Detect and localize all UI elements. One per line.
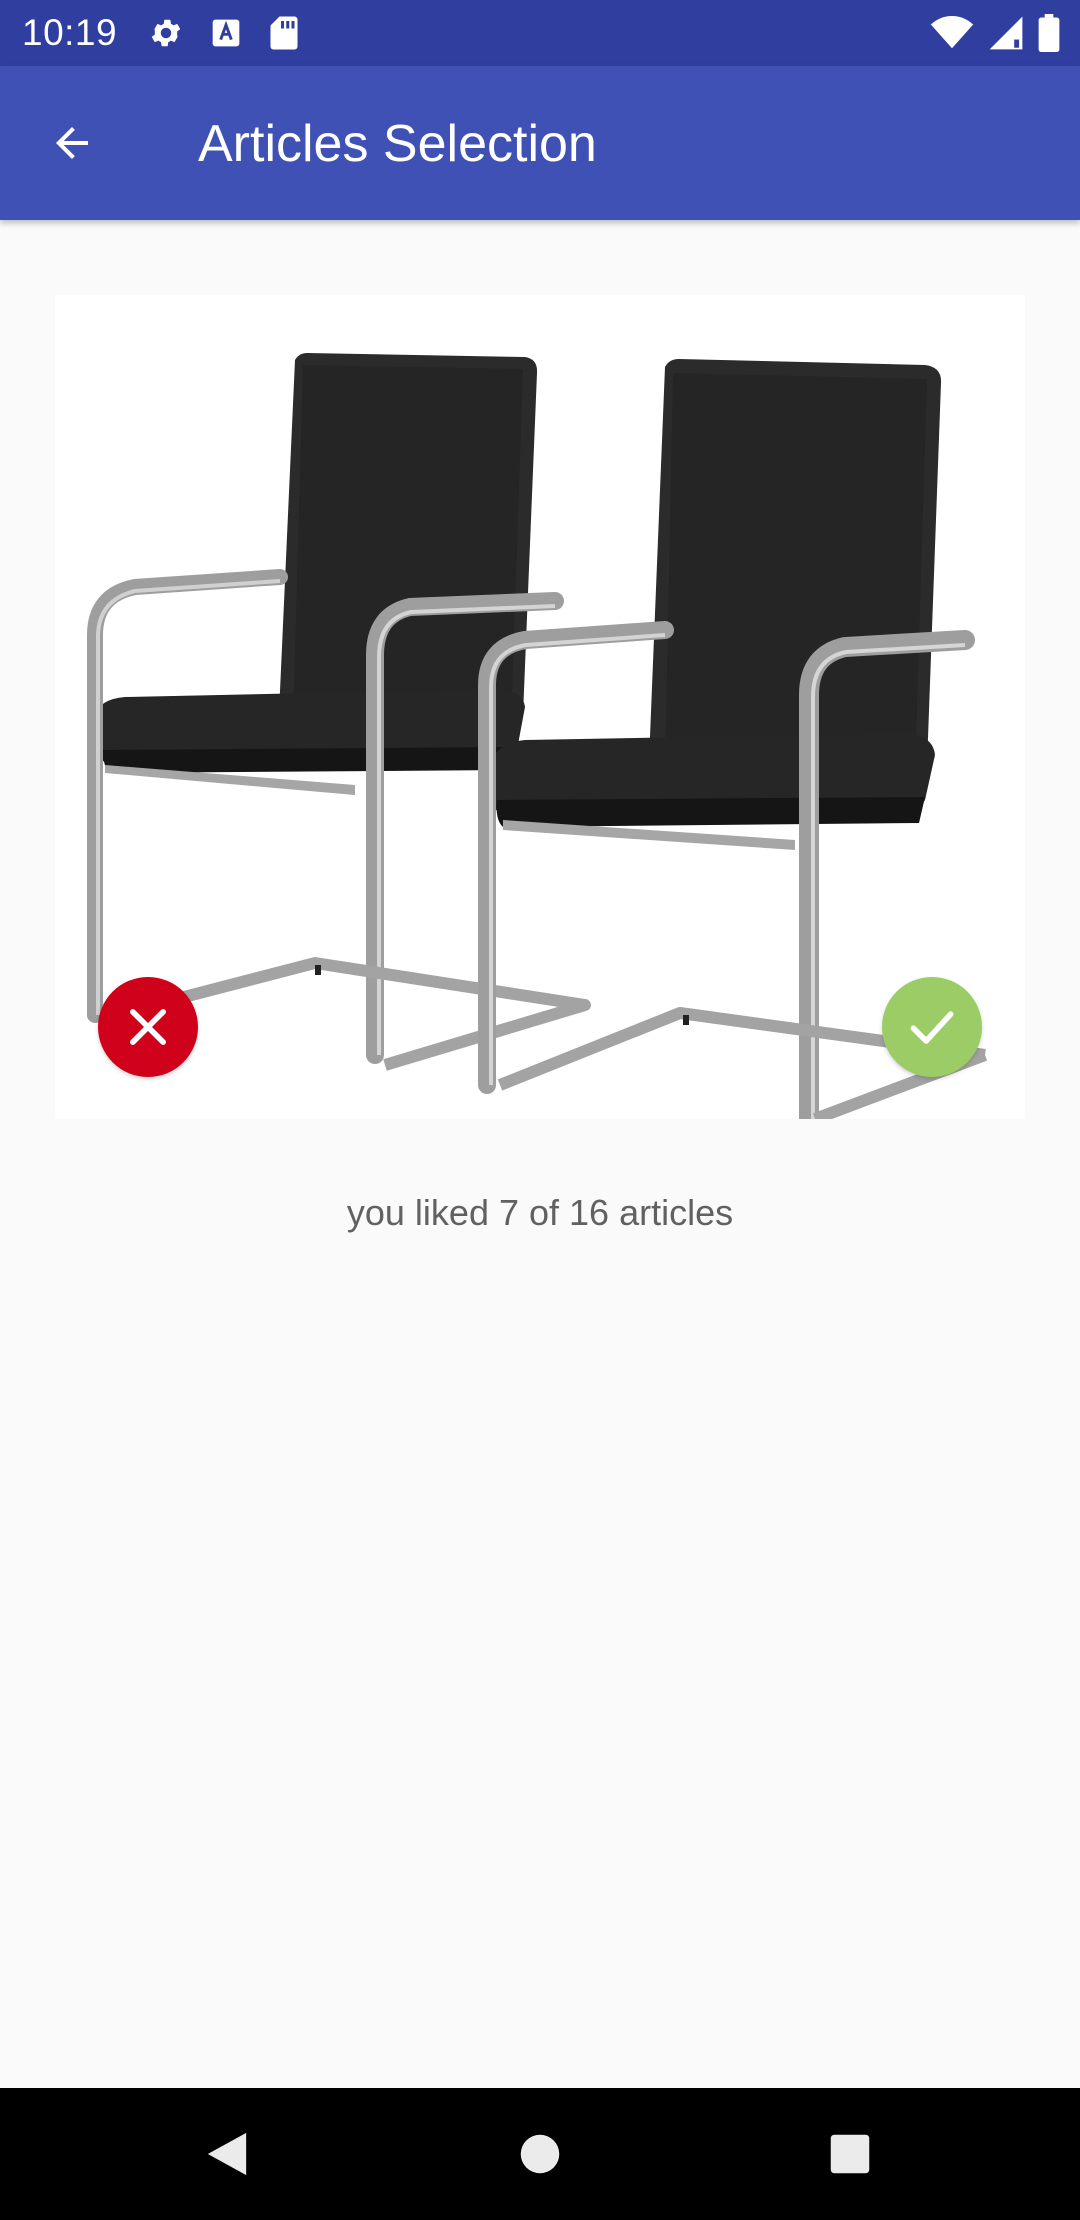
app-bar: Articles Selection (0, 66, 1080, 220)
article-card[interactable] (55, 295, 1025, 1119)
status-time: 10:19 (22, 12, 118, 53)
recents-square-icon (829, 2133, 871, 2175)
battery-icon (1038, 14, 1060, 52)
nav-recents-button[interactable] (814, 2118, 886, 2190)
check-icon (904, 999, 960, 1055)
settings-icon (148, 15, 184, 51)
wifi-icon (930, 16, 974, 50)
back-button[interactable] (28, 99, 116, 187)
dislike-button[interactable] (98, 977, 198, 1077)
cellular-signal-icon (988, 15, 1024, 51)
arrow-back-icon (48, 119, 96, 167)
nav-home-button[interactable] (504, 2118, 576, 2190)
article-image (87, 353, 988, 1119)
like-button[interactable] (882, 977, 982, 1077)
keyboard-icon (210, 17, 242, 49)
page-title: Articles Selection (198, 115, 597, 173)
chair-left (87, 353, 591, 1071)
sd-card-icon (268, 15, 300, 51)
status-icons-right (930, 14, 1060, 52)
close-icon (122, 1001, 174, 1053)
liked-counter: you liked 7 of 16 articles (346, 1192, 734, 1233)
nav-back-button[interactable] (191, 2118, 263, 2190)
status-bar: 10:19 (0, 0, 1080, 66)
back-triangle-icon (204, 2129, 250, 2179)
navigation-bar (0, 2088, 1080, 2220)
home-circle-icon (519, 2133, 561, 2175)
status-icons-left (148, 14, 300, 52)
